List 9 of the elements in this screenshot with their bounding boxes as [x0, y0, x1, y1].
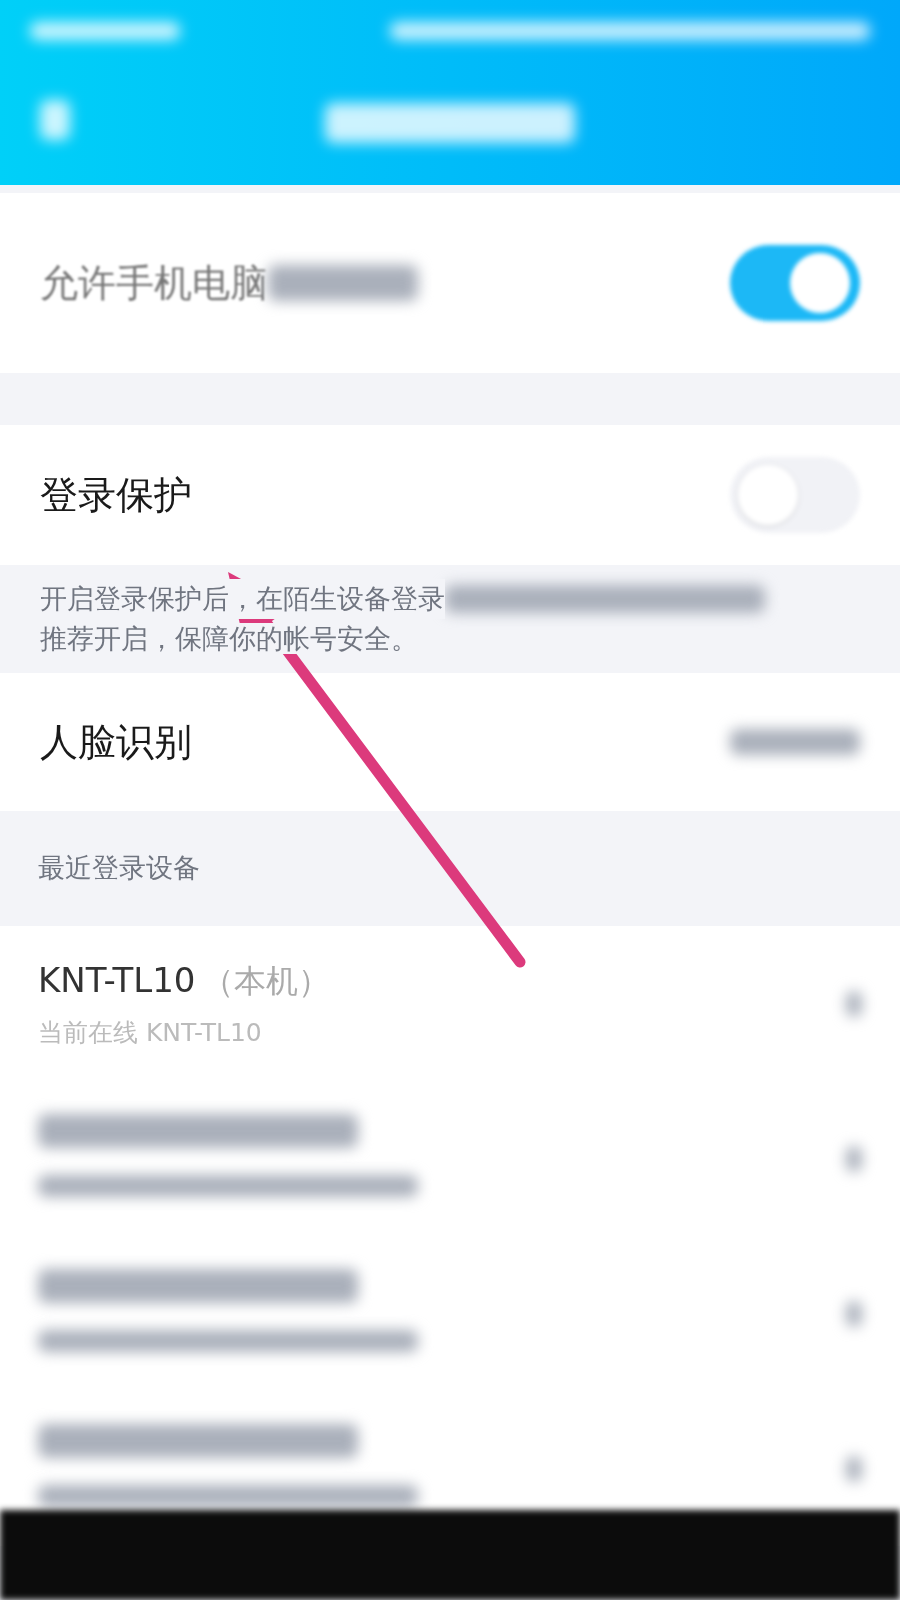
device-tag: （本机） — [201, 962, 330, 1001]
section-header: 最近登录设备 — [37, 851, 201, 886]
device-status: 当前在线 KNT-TL10 — [38, 1017, 263, 1050]
setting-label: 允许手机电脑 — [40, 259, 268, 307]
setting-label: 登录保护 — [40, 471, 192, 519]
description-text: 开启登录保护后，在陌生设备登录 — [40, 579, 445, 619]
setting-label: 人脸识别 — [40, 718, 192, 766]
toggle-switch[interactable] — [730, 245, 860, 321]
device-name: KNT-TL10 — [38, 960, 196, 1001]
